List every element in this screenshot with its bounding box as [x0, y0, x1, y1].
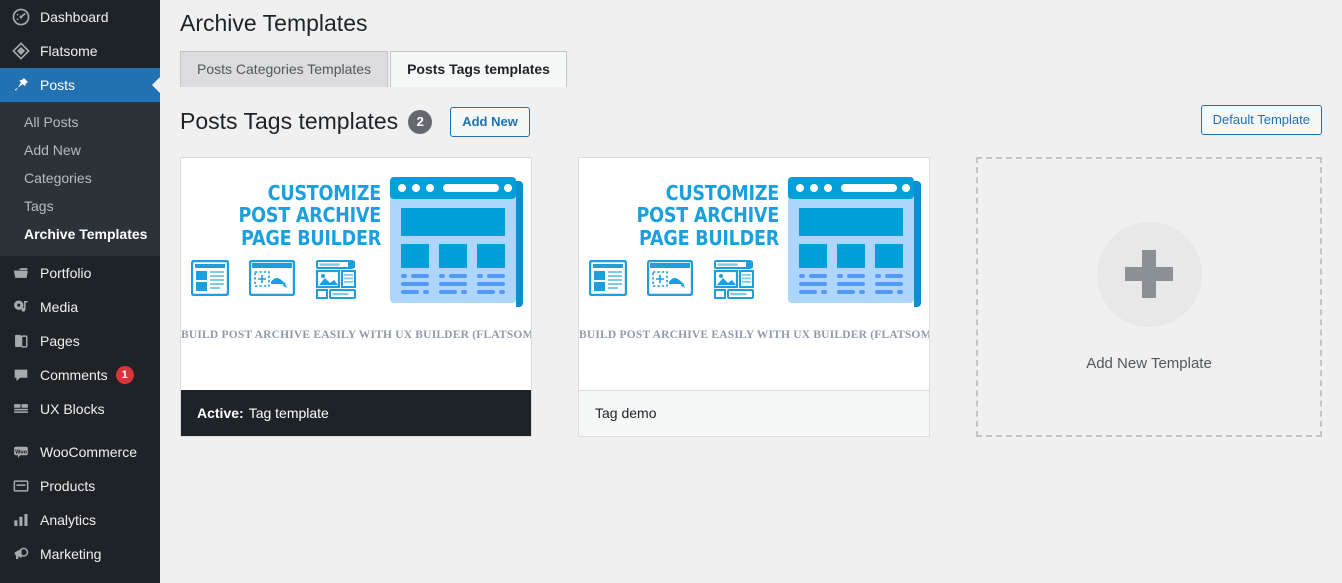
layout-grid-icon: [190, 259, 230, 305]
admin-screen: Dashboard Flatsome Posts All Posts Add N…: [0, 0, 1342, 583]
template-card-footer: Active: Tag template: [181, 389, 531, 436]
media-layout-icon: [713, 259, 755, 305]
page-title: Archive Templates: [180, 10, 368, 36]
pages-icon: [11, 331, 31, 351]
pin-icon: [11, 75, 31, 95]
template-thumbnail: CUSTOMIZE POST ARCHIVE PAGE BUILDER BUIL…: [579, 157, 929, 390]
headline-line-3: PAGE BUILDER: [241, 226, 381, 251]
headline-line-1: CUSTOMIZE: [267, 180, 382, 205]
sidebar-item-label: UX Blocks: [40, 401, 105, 417]
sidebar-item-label: Posts: [40, 77, 76, 93]
add-new-template-card[interactable]: Add New Template: [976, 156, 1322, 437]
headline-line-2: POST ARCHIVE: [238, 203, 381, 228]
sidebar-item-dashboard[interactable]: Dashboard: [0, 0, 160, 34]
headline-line-2: POST ARCHIVE: [636, 203, 779, 228]
megaphone-icon: [11, 544, 31, 564]
sidebar-item-pages[interactable]: Pages: [0, 324, 160, 358]
thumbnail-illustration: CUSTOMIZE POST ARCHIVE PAGE BUILDER BUIL…: [579, 158, 929, 348]
active-label: Active:: [197, 405, 244, 422]
sidebar-item-media[interactable]: Media: [0, 290, 160, 324]
sidebar-item-archive-templates[interactable]: Archive Templates: [0, 220, 160, 248]
sidebar-item-label: Pages: [40, 333, 80, 349]
tab-posts-tags-templates[interactable]: Posts Tags templates: [390, 50, 567, 87]
browser-mockup-icon: [387, 174, 527, 315]
plus-icon: [1096, 221, 1202, 327]
portfolio-folder-icon: [11, 263, 31, 283]
sidebar-item-label: Portfolio: [40, 265, 92, 281]
comment-bubble-icon: [11, 365, 31, 385]
products-icon: [11, 476, 31, 496]
sidebar-separator: [0, 426, 160, 435]
add-new-template-label: Add New Template: [1086, 354, 1212, 372]
sidebar-item-label: Marketing: [40, 546, 102, 562]
sidebar-item-ux-blocks[interactable]: UX Blocks: [0, 392, 160, 426]
headline-line-1: CUSTOMIZE: [665, 180, 780, 205]
illustration-caption: BUILD POST ARCHIVE EASILY WITH UX BUILDE…: [181, 328, 531, 341]
woocommerce-icon: Woo: [11, 442, 31, 462]
browser-mockup-icon: [785, 174, 925, 315]
default-template-button[interactable]: Default Template: [1200, 104, 1322, 135]
illustration-caption: BUILD POST ARCHIVE EASILY WITH UX BUILDE…: [579, 328, 929, 341]
sidebar-item-add-new[interactable]: Add New: [0, 136, 160, 164]
section-heading-row: Posts Tags templates 2 Add New Default T…: [180, 104, 1322, 139]
add-new-button[interactable]: Add New: [450, 106, 530, 137]
analytics-bars-icon: [11, 510, 31, 530]
admin-sidebar: Dashboard Flatsome Posts All Posts Add N…: [0, 0, 160, 583]
sidebar-item-label: Analytics: [40, 512, 97, 528]
sidebar-item-tags[interactable]: Tags: [0, 192, 160, 220]
sidebar-item-categories[interactable]: Categories: [0, 164, 160, 192]
sidebar-item-comments[interactable]: Comments 1: [0, 358, 160, 392]
section-title: Posts Tags templates: [180, 107, 399, 134]
sidebar-item-all-posts[interactable]: All Posts: [0, 108, 160, 136]
illustration-headline: CUSTOMIZE POST ARCHIVE PAGE BUILDER: [607, 182, 779, 250]
illustration-icon-row: [583, 259, 779, 305]
sidebar-item-woocommerce[interactable]: Woo WooCommerce: [0, 435, 160, 469]
sidebar-item-flatsome[interactable]: Flatsome: [0, 34, 160, 68]
illustration-icon-row: [185, 259, 381, 305]
media-layout-icon: [315, 259, 357, 305]
comments-count-badge: 1: [115, 366, 134, 384]
sidebar-item-posts[interactable]: Posts: [0, 68, 160, 102]
sidebar-item-label: Media: [40, 299, 79, 315]
ux-blocks-icon: [11, 399, 31, 419]
sidebar-item-label: Flatsome: [40, 43, 98, 59]
posts-submenu: All Posts Add New Categories Tags Archiv…: [0, 102, 160, 256]
template-card[interactable]: CUSTOMIZE POST ARCHIVE PAGE BUILDER BUIL…: [180, 156, 532, 437]
template-card-grid: CUSTOMIZE POST ARCHIVE PAGE BUILDER BUIL…: [180, 156, 1322, 437]
sidebar-item-label: WooCommerce: [40, 444, 137, 460]
sidebar-item-analytics[interactable]: Analytics: [0, 503, 160, 537]
template-count-badge: 2: [408, 109, 433, 134]
sidebar-item-label: Dashboard: [40, 9, 109, 25]
tab-posts-categories-templates[interactable]: Posts Categories Templates: [180, 50, 389, 87]
illustration-headline: CUSTOMIZE POST ARCHIVE PAGE BUILDER: [209, 182, 381, 250]
drag-drop-image-icon: [646, 259, 694, 305]
sidebar-item-portfolio[interactable]: Portfolio: [0, 256, 160, 290]
sidebar-item-label: Comments: [40, 367, 108, 383]
media-icon: [11, 297, 31, 317]
template-type-tabs: Posts Categories Templates Posts Tags te…: [180, 50, 1342, 87]
layout-grid-icon: [588, 259, 628, 305]
thumbnail-illustration: CUSTOMIZE POST ARCHIVE PAGE BUILDER BUIL…: [181, 158, 531, 348]
drag-drop-image-icon: [248, 259, 296, 305]
template-thumbnail: CUSTOMIZE POST ARCHIVE PAGE BUILDER BUIL…: [181, 157, 531, 390]
template-card[interactable]: CUSTOMIZE POST ARCHIVE PAGE BUILDER BUIL…: [578, 156, 930, 437]
flatsome-diamond-icon: [11, 41, 31, 61]
dashboard-icon: [11, 7, 31, 27]
template-name: Tag demo: [595, 405, 657, 422]
sidebar-item-label: Products: [40, 478, 96, 494]
plus-vertical-bar: [1142, 250, 1156, 299]
svg-text:Woo: Woo: [15, 449, 28, 455]
headline-line-3: PAGE BUILDER: [639, 226, 779, 251]
sidebar-item-marketing[interactable]: Marketing: [0, 537, 160, 571]
template-name: Tag template: [248, 405, 329, 422]
sidebar-item-products[interactable]: Products: [0, 469, 160, 503]
current-menu-arrow: [152, 77, 160, 93]
main-content: Archive Templates Posts Categories Templ…: [160, 0, 1342, 583]
template-card-footer: Tag demo: [579, 389, 929, 436]
